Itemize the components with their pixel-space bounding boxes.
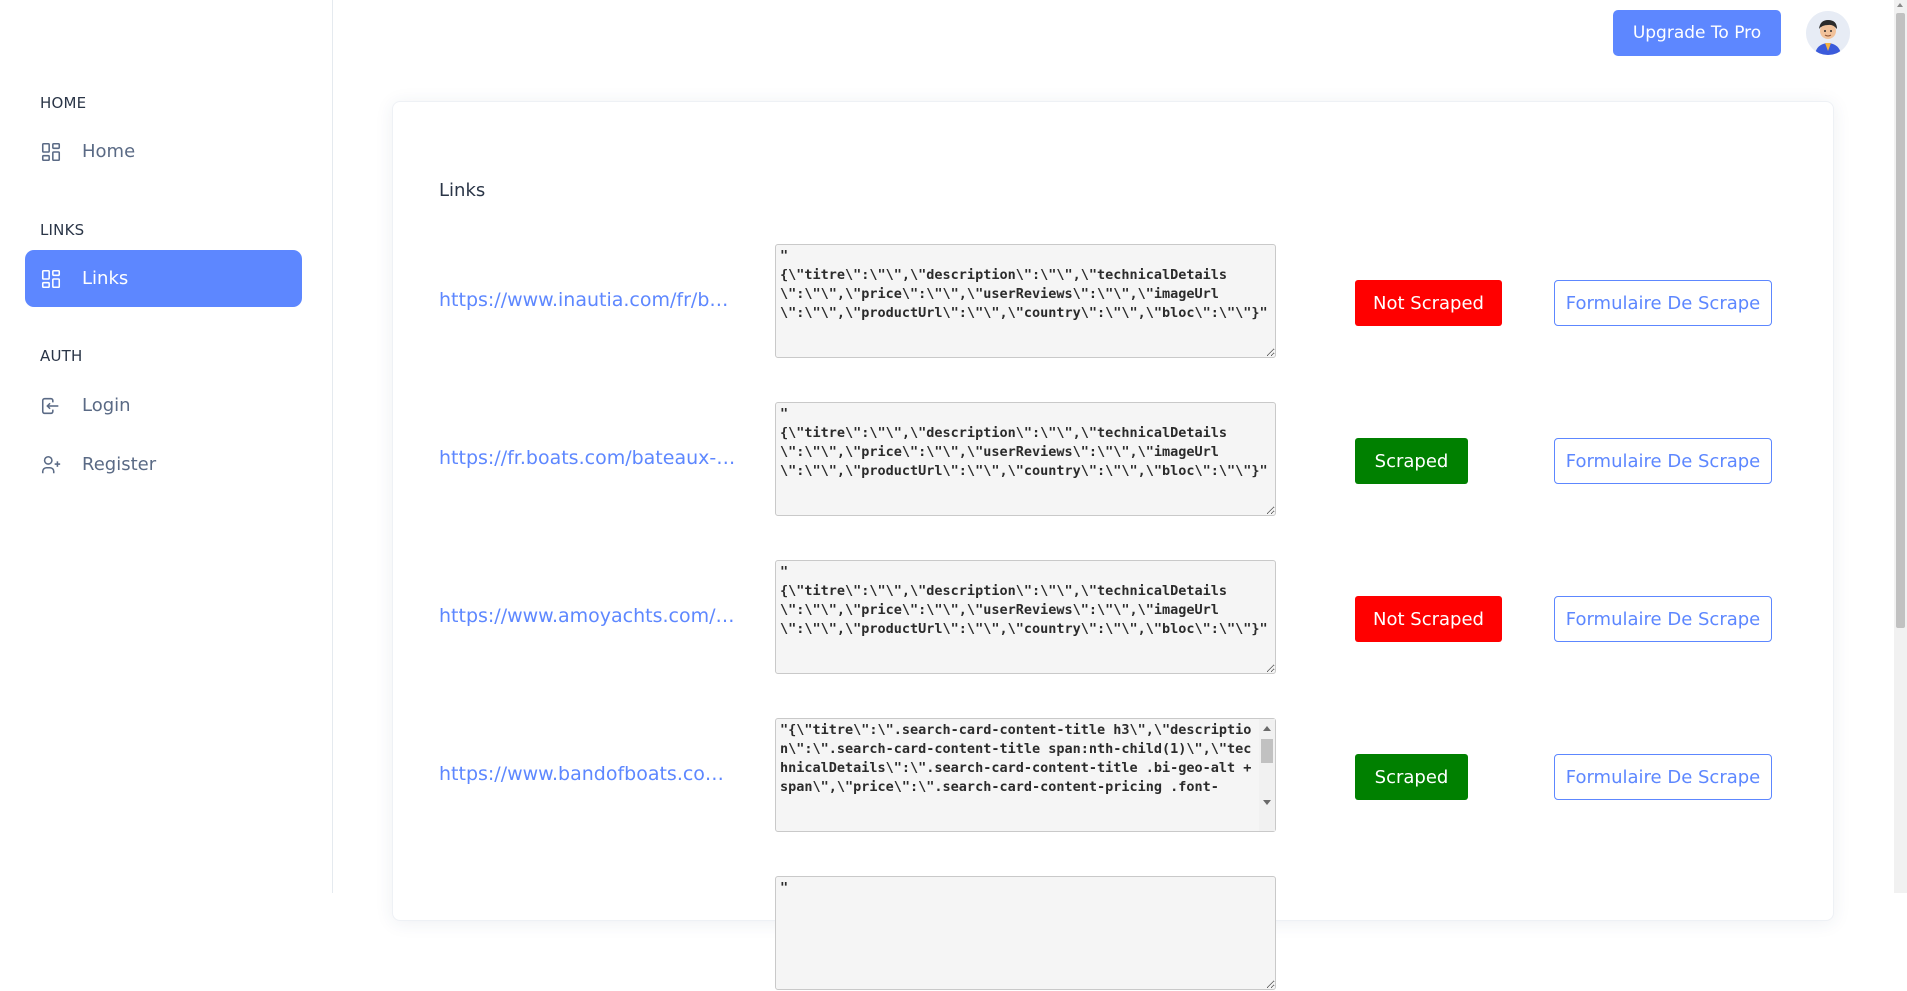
sidebar-item-links[interactable]: Links <box>25 250 302 307</box>
sidebar-item-label: Home <box>82 141 136 162</box>
sidebar-item-login[interactable]: Login <box>25 377 302 434</box>
sidebar-section-home: HOME <box>40 94 87 112</box>
status-badge: Not Scraped <box>1355 596 1502 642</box>
sidebar-item-home[interactable]: Home <box>25 123 302 180</box>
scroll-up-icon[interactable] <box>1263 726 1271 731</box>
status-badge: Scraped <box>1355 754 1468 800</box>
selectors-textarea[interactable]: " {\"titre\":\"\",\"description\":\"\",\… <box>775 560 1276 674</box>
page-scrollbar[interactable] <box>1894 0 1907 893</box>
table-row: https://fr.boats.com/bateaux-… " {\"titr… <box>393 402 1833 517</box>
link-url[interactable]: https://www.inautia.com/fr/ba… <box>439 289 739 311</box>
scrape-form-button[interactable]: Formulaire De Scrape <box>1554 754 1772 800</box>
sidebar-item-register[interactable]: Register <box>25 436 302 493</box>
user-avatar-icon[interactable] <box>1806 11 1850 55</box>
layout-dashboard-icon <box>40 141 62 163</box>
sidebar-item-label: Login <box>82 395 131 416</box>
link-url[interactable]: https://www.amoyachts.com/f… <box>439 605 739 627</box>
scroll-thumb[interactable] <box>1261 739 1273 763</box>
scrape-form-button[interactable]: Formulaire De Scrape <box>1554 280 1772 326</box>
link-url[interactable]: https://fr.boats.com/bateaux-… <box>439 447 739 469</box>
sidebar: HOME Home LINKS Links AUTH Login Registe… <box>0 0 333 893</box>
layout-dashboard-icon <box>40 268 62 290</box>
status-badge: Not Scraped <box>1355 280 1502 326</box>
selectors-textarea[interactable]: " {\"titre\":\"\",\"description\":\"\",\… <box>775 244 1276 358</box>
upgrade-button[interactable]: Upgrade To Pro <box>1613 10 1781 56</box>
sidebar-section-links: LINKS <box>40 221 85 239</box>
scrape-form-button[interactable]: Formulaire De Scrape <box>1554 438 1772 484</box>
scroll-down-icon[interactable] <box>1263 800 1271 805</box>
textarea-scrollbar[interactable] <box>1259 719 1275 831</box>
status-badge: Scraped <box>1355 438 1468 484</box>
table-row: https://www.bandofboats.co… "{\"titre\":… <box>393 718 1833 833</box>
page-title: Links <box>439 180 486 201</box>
sidebar-item-label: Register <box>82 454 157 475</box>
selectors-textarea-wrapper: "{\"titre\":\".search-card-content-title… <box>775 718 1276 832</box>
selectors-textarea[interactable]: " <box>775 876 1276 990</box>
scroll-up-icon[interactable] <box>1897 3 1903 7</box>
scrape-form-button[interactable]: Formulaire De Scrape <box>1554 596 1772 642</box>
scroll-thumb[interactable] <box>1896 13 1905 628</box>
selectors-textarea[interactable]: " {\"titre\":\"\",\"description\":\"\",\… <box>775 402 1276 516</box>
user-plus-icon <box>40 454 62 476</box>
selectors-textarea[interactable]: "{\"titre\":\".search-card-content-title… <box>775 718 1276 832</box>
table-row: https://www.inautia.com/fr/ba… " {\"titr… <box>393 244 1833 359</box>
sidebar-section-auth: AUTH <box>40 347 83 365</box>
sidebar-item-label: Links <box>82 268 129 289</box>
links-card: Links https://www.inautia.com/fr/ba… " {… <box>392 101 1834 990</box>
login-icon <box>40 395 62 417</box>
link-url[interactable]: https://www.bandofboats.co… <box>439 763 739 785</box>
table-row: " <box>393 876 1833 991</box>
table-row: https://www.amoyachts.com/f… " {\"titre\… <box>393 560 1833 675</box>
